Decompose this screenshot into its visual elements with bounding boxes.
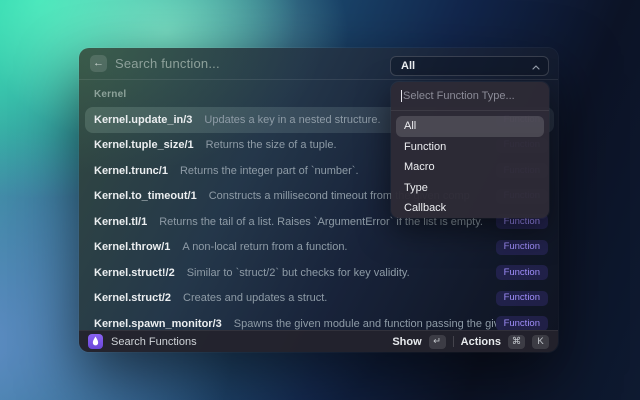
- function-type-filter-input[interactable]: Select Function Type...: [391, 82, 549, 110]
- dropdown-option-label: Function: [404, 140, 447, 153]
- command-key-icon[interactable]: ⌘: [508, 334, 525, 349]
- function-list-item[interactable]: Kernel.struct/2 Creates and updates a st…: [85, 286, 554, 312]
- function-type-select[interactable]: All: [390, 56, 549, 76]
- function-description: Returns the size of a tuple.: [205, 139, 337, 152]
- function-description: Returns the integer part of `number`.: [179, 164, 359, 177]
- dropdown-option-label: Macro: [404, 161, 435, 174]
- footer-bar: Search Functions Show ↵ Actions ⌘ K: [79, 330, 558, 352]
- app-name-label: Search Functions: [111, 335, 197, 348]
- function-list-item[interactable]: Kernel.throw/1 A non-local return from a…: [85, 235, 554, 261]
- section-header: Kernel: [94, 89, 127, 100]
- function-description: A non-local return from a function.: [182, 241, 348, 254]
- function-name: Kernel.trunc/1: [94, 164, 168, 177]
- footer-shortcuts: Show ↵ Actions ⌘ K: [392, 334, 549, 349]
- elixir-drop-icon: [88, 334, 103, 349]
- actions-label: Actions: [460, 335, 501, 348]
- show-label: Show: [392, 335, 422, 348]
- function-name: Kernel.struct!/2: [94, 266, 175, 279]
- function-list-item[interactable]: Kernel.struct!/2 Similar to `struct/2` b…: [85, 260, 554, 286]
- function-type-badge: Function: [495, 316, 548, 330]
- function-name: Kernel.to_timeout/1: [94, 190, 197, 203]
- dropdown-options: All Function Macro Type Callback: [391, 111, 549, 218]
- desktop-wallpaper: ← Search function... All Kernel Kernel.u…: [0, 0, 640, 400]
- text-cursor: [401, 90, 402, 102]
- function-type-dropdown: Select Function Type... All Function Mac…: [391, 82, 549, 218]
- k-key-icon[interactable]: K: [532, 334, 549, 349]
- dropdown-option-label: All: [404, 120, 417, 133]
- return-key-icon[interactable]: ↵: [428, 334, 446, 349]
- function-name: Kernel.throw/1: [94, 241, 171, 254]
- function-description: Spawns the given module and function pas…: [233, 317, 496, 330]
- dropdown-option[interactable]: Macro: [396, 157, 544, 178]
- function-type-badge: Function: [495, 290, 548, 306]
- arrow-left-icon: ←: [93, 57, 104, 69]
- dropdown-option-label: Callback: [404, 202, 447, 215]
- function-name: Kernel.spawn_monitor/3: [94, 317, 222, 330]
- dropdown-option[interactable]: Type: [396, 178, 544, 199]
- back-button[interactable]: ←: [90, 55, 107, 72]
- function-name: Kernel.tuple_size/1: [94, 139, 194, 152]
- dropdown-option-label: Type: [404, 181, 428, 194]
- function-list-item[interactable]: Kernel.spawn_monitor/3 Spawns the given …: [85, 311, 554, 330]
- footer-divider: [452, 336, 454, 347]
- search-window: ← Search function... All Kernel Kernel.u…: [79, 48, 558, 352]
- dropdown-option[interactable]: Callback: [396, 198, 544, 218]
- dropdown-option[interactable]: All: [396, 116, 544, 137]
- function-name: Kernel.struct/2: [94, 292, 172, 305]
- function-name: Kernel.tl/1: [94, 215, 148, 228]
- selected-filter-value: All: [401, 60, 416, 72]
- function-description: Similar to `struct/2` but checks for key…: [186, 266, 410, 279]
- dropdown-option[interactable]: Function: [396, 137, 544, 158]
- chevron-up-icon: [532, 57, 540, 75]
- filter-input-placeholder: Select Function Type...: [403, 90, 515, 102]
- function-description: Creates and updates a struct.: [183, 292, 328, 305]
- function-name: Kernel.update_in/3: [94, 113, 193, 126]
- function-type-badge: Function: [495, 239, 548, 255]
- function-description: Updates a key in a nested structure.: [204, 113, 381, 126]
- function-type-badge: Function: [495, 265, 548, 281]
